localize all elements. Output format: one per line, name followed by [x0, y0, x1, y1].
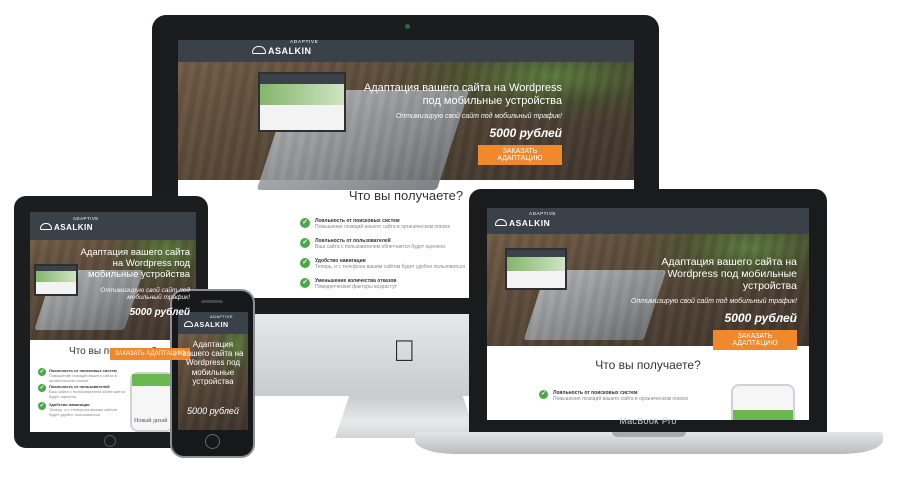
site-header: ASALKIN ADAPTIVE [30, 212, 196, 240]
hero-text: Адаптация вашего сайта на Wordpress под … [362, 82, 562, 166]
macbook-screen: ASALKIN ADAPTIVE Адаптация вашего сайта … [487, 208, 809, 420]
feature-item: ✓ Лояльность от поисковых систем Повышени… [539, 390, 689, 402]
site-logo[interactable]: ASALKIN ADAPTIVE [252, 40, 318, 56]
checkmark-icon: ✓ [38, 402, 46, 410]
site-logo[interactable]: ASALKIN ADAPTIVE [495, 211, 556, 228]
home-button-icon[interactable] [205, 434, 220, 449]
feature-item: ✓ Уменьшение количества отказов Поведенче… [300, 278, 397, 290]
feature-item: ✓ Удобство навигации Теперь, и с телефона… [300, 258, 465, 270]
hero-monitor-photo [258, 72, 346, 132]
feature-item: ✓ Лояльность от поисковых систем Повышени… [38, 368, 117, 383]
site-header: ASALKIN ADAPTIVE [487, 208, 809, 234]
order-button[interactable]: ЗАКАЗАТЬ АДАПТАЦИЮ [478, 145, 562, 166]
order-button[interactable]: ЗАКАЗАТЬ АДАПТАЦИЮ [110, 348, 190, 360]
iphone-screen: ASALKIN ADAPTIVE Адаптация вашего сайта … [178, 312, 248, 430]
hero-text: Адаптация вашего сайта на Wordpress под … [617, 256, 797, 351]
cloud-logo-icon [252, 46, 266, 54]
cloud-logo-icon [184, 321, 193, 327]
hero-price: 5000 рублей [129, 306, 190, 318]
feature-item: ✓ Лояльность от пользователей Ваш сайта с… [300, 238, 446, 250]
feature-item: ✓ Удобство навигации Теперь, и с телефона… [38, 402, 118, 417]
hero-monitor-photo [505, 248, 567, 290]
hero-title: Адаптация вашего сайта на Wordpress под … [363, 82, 562, 107]
hero-monitor-photo [34, 264, 78, 296]
order-button[interactable]: ЗАКАЗАТЬ АДАПТАЦИЮ [713, 330, 797, 351]
hero-subtitle: Оптимизирую свой сайт под мобильный траф… [395, 113, 562, 121]
macbook-notch [612, 432, 686, 437]
imac-camera [405, 24, 410, 29]
hero-title: Адаптация вашего сайта на Wordpress под … [661, 256, 797, 293]
hero-text: Адаптация вашего сайта на Wordpress под … [181, 340, 245, 416]
mobile-preview-image [731, 384, 795, 420]
iphone-speaker [201, 300, 223, 303]
feature-item: ✓ Лояльность от пользователей Ваш сайта с… [38, 384, 125, 399]
hero-banner: Адаптация вашего сайта на Wordpress под … [487, 234, 809, 351]
hero-subtitle: Оптимизирую свой сайт под мобильный траф… [100, 286, 190, 301]
hero-banner: Адаптация вашего сайта на Wordpress под … [178, 62, 634, 190]
site-logo[interactable]: ASALKIN ADAPTIVE [184, 315, 233, 329]
checkmark-icon: ✓ [300, 258, 310, 268]
macbook-label: MacBook Pro [619, 416, 677, 426]
cloud-logo-icon [495, 219, 507, 226]
hero-subtitle: Оптимизирую свой сайт под мобильный траф… [630, 298, 797, 306]
site-logo[interactable]: ASALKIN ADAPTIVE [40, 216, 98, 232]
checkmark-icon: ✓ [300, 238, 310, 248]
hero-price: 5000 рублей [489, 126, 562, 141]
cloud-logo-icon [40, 223, 52, 230]
hero-text: Адаптация вашего сайта на Wordpress под … [80, 247, 190, 318]
checkmark-icon: ✓ [300, 278, 310, 288]
checkmark-icon: ✓ [539, 390, 548, 399]
feature-item: ✓ Лояльность от поисковых систем Повышени… [300, 218, 450, 230]
hero-price: 5000 рублей [724, 311, 797, 326]
section-title: Что вы получаете? [595, 358, 701, 372]
site-header: ASALKIN ADAPTIVE [178, 40, 634, 62]
checkmark-icon: ✓ [38, 384, 46, 392]
hero-banner: Адаптация вашего сайта на Wordpress под … [178, 334, 248, 430]
apple-logo-icon:  [393, 337, 416, 367]
home-button-icon[interactable] [104, 435, 116, 447]
hero-title: Адаптация вашего сайта на Wordpress под … [80, 247, 190, 280]
preview-caption: Новый дизай [134, 418, 168, 424]
hero-title: Адаптация вашего сайта на Wordpress под … [182, 340, 244, 386]
checkmark-icon: ✓ [38, 368, 46, 376]
checkmark-icon: ✓ [300, 218, 310, 228]
hero-price: 5000 рублей [187, 405, 239, 416]
